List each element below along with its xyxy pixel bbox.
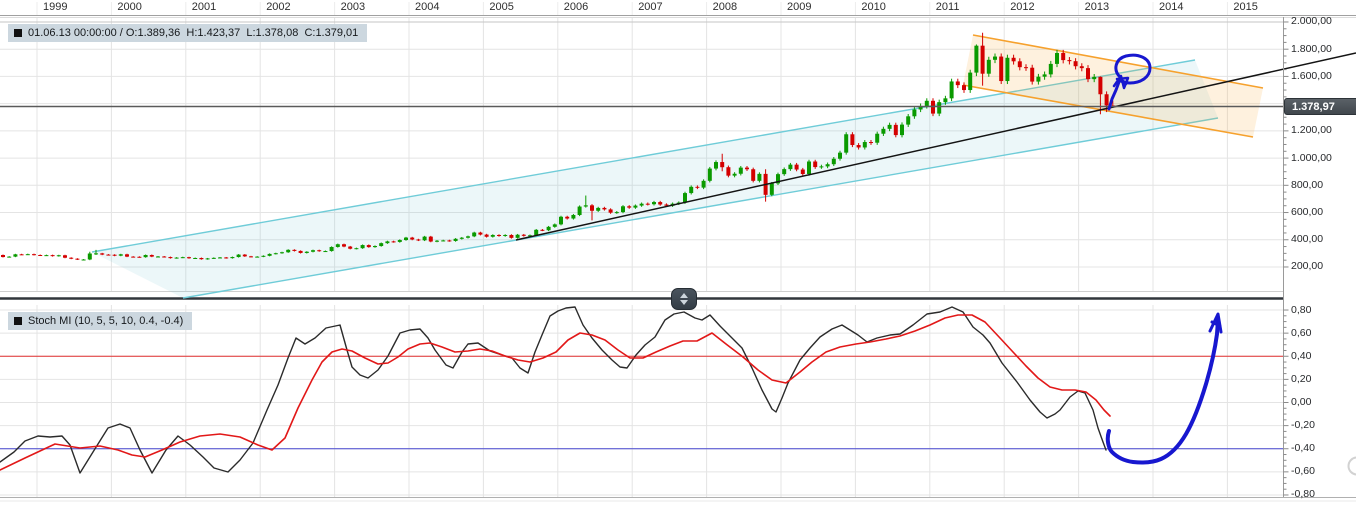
axis-tick-label: -0,80 (1291, 488, 1315, 500)
chart-canvas[interactable] (0, 0, 1356, 506)
axis-tick-label: 0,00 (1291, 396, 1311, 408)
ohlc-info-text: 01.06.13 00:00:00 / O:1.389,36 H:1.423,3… (28, 26, 358, 40)
axis-tick-label: 1.600,00 (1291, 70, 1332, 82)
panel-splitter-handle[interactable] (671, 288, 697, 310)
axis-tick-label: 2.000,00 (1291, 15, 1332, 27)
last-price-value: 1.378,97 (1292, 101, 1335, 113)
year-label: 2013 (1085, 1, 1109, 13)
chevron-up-icon (680, 293, 688, 298)
axis-tick-label: 1.200,00 (1291, 124, 1332, 136)
year-label: 1999 (43, 1, 67, 13)
indicator-label-text: Stoch MI (10, 5, 5, 10, 0.4, -0.4) (28, 314, 183, 328)
chart-window: 1999 2000 2001 2002 2003 2004 2005 2006 2007 2008… (0, 0, 1356, 506)
year-label: 2010 (861, 1, 885, 13)
year-label: 2009 (787, 1, 811, 13)
year-label: 2012 (1010, 1, 1034, 13)
trendline (516, 53, 1356, 240)
signal-line (0, 315, 1110, 470)
axis-tick-label: 600,00 (1291, 206, 1323, 218)
indicator-gridlines (0, 310, 1283, 495)
year-label: 2015 (1233, 1, 1257, 13)
year-label: 2005 (489, 1, 513, 13)
axis-tick-label: 0,60 (1291, 327, 1311, 339)
freehand-annotations-indicator (1108, 314, 1221, 463)
year-label: 2007 (638, 1, 662, 13)
axis-tick-label: 1.800,00 (1291, 43, 1332, 55)
axis-tick-label: -0,20 (1291, 419, 1315, 431)
axis-tick-label: 0,80 (1291, 304, 1311, 316)
indicator-label-chip[interactable]: Stoch MI (10, 5, 5, 10, 0.4, -0.4) (8, 312, 192, 330)
year-label: 2004 (415, 1, 439, 13)
year-label: 2008 (713, 1, 737, 13)
axis-tick-label: 800,00 (1291, 179, 1323, 191)
year-label: 2002 (266, 1, 290, 13)
last-price-tag: 1.378,97 (1284, 98, 1356, 115)
year-label: 2001 (192, 1, 216, 13)
axis-tick-label: 0,40 (1291, 350, 1311, 362)
year-label: 2003 (341, 1, 365, 13)
axis-tick-label: -0,40 (1291, 442, 1315, 454)
axis-tick-label: 400,00 (1291, 233, 1323, 245)
axis-tick-label: 0,20 (1291, 373, 1311, 385)
ohlc-info-chip[interactable]: 01.06.13 00:00:00 / O:1.389,36 H:1.423,3… (8, 24, 367, 42)
series-square-icon (14, 29, 22, 37)
up-arrow-annotation (1108, 320, 1218, 463)
year-label: 2000 (117, 1, 141, 13)
axis-tick-label: -0,60 (1291, 465, 1315, 477)
axis-tick-label: 1.000,00 (1291, 152, 1332, 164)
year-label: 2006 (564, 1, 588, 13)
year-label: 2011 (936, 1, 960, 13)
stochastic-lines (0, 307, 1110, 473)
chevron-down-icon (680, 300, 688, 305)
value-axis (1284, 17, 1289, 497)
axis-tick-label: 200,00 (1291, 260, 1323, 272)
year-label: 2014 (1159, 1, 1183, 13)
indicator-square-icon (14, 317, 22, 325)
